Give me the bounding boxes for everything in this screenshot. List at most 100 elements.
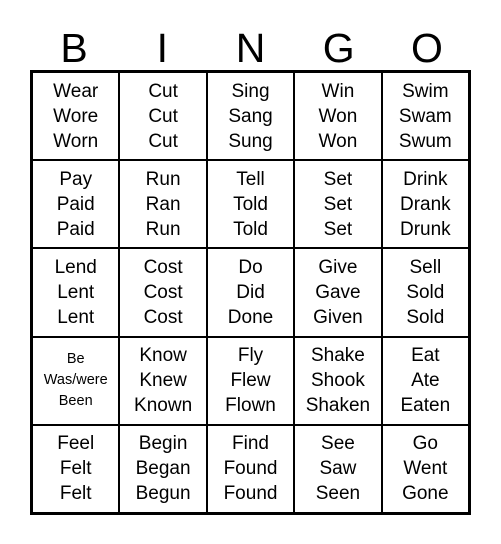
bingo-cell[interactable]: Lend Lent Lent (33, 249, 121, 336)
verb-base: Sing (231, 80, 270, 102)
bingo-cell[interactable]: Find Found Found (208, 425, 296, 513)
verb-base: Cut (148, 80, 178, 102)
verb-past: Cut (148, 105, 178, 127)
verb-past: Sold (406, 282, 445, 303)
verb-past: Gave (315, 282, 361, 303)
verb-base: Eat (411, 345, 440, 367)
verb-past: Ran (145, 193, 181, 215)
bingo-cell[interactable]: Pay Paid Paid (33, 161, 121, 248)
verb-participle: Flown (225, 395, 276, 417)
verb-past: Lent (57, 282, 95, 303)
bingo-cell[interactable]: Begin Began Begun (120, 425, 208, 513)
verb-participle: Paid (56, 218, 95, 240)
verb-participle: Shaken (305, 395, 371, 417)
verb-base: Win (321, 80, 355, 102)
verb-participle: Seen (315, 483, 361, 505)
verb-base: Lend (54, 257, 97, 278)
verb-past: Set (323, 193, 353, 215)
bingo-cell[interactable]: Do Did Done (208, 249, 296, 336)
verb-base: Give (318, 257, 358, 278)
bingo-cell[interactable]: Cost Cost Cost (120, 249, 208, 336)
bingo-row: Feel Felt Felt Begin Began Begun Find Fo… (33, 425, 468, 513)
bingo-row: Wear Wore Worn Cut Cut Cut Sing Sang Sun… (33, 73, 468, 162)
bingo-header-letter-o: O (410, 25, 443, 71)
verb-base: Find (232, 433, 269, 455)
bingo-cell[interactable]: Swim Swam Swum (383, 73, 468, 159)
verb-participle: Cut (148, 130, 178, 152)
verb-participle: Done (227, 307, 274, 328)
verb-participle: Felt (59, 483, 92, 505)
verb-past: Knew (139, 370, 187, 392)
verb-past: Was/were (43, 372, 108, 389)
verb-participle: Lent (57, 307, 95, 328)
verb-participle: Given (313, 307, 363, 328)
verb-past: Paid (56, 193, 95, 215)
bingo-cell[interactable]: Drink Drank Drunk (383, 161, 468, 247)
verb-past: Won (318, 105, 358, 127)
verb-participle: Told (233, 218, 268, 240)
verb-base: Swim (402, 80, 449, 102)
verb-base: Drink (403, 168, 448, 190)
verb-participle: Begun (135, 483, 191, 505)
bingo-cell[interactable]: Win Won Won (295, 73, 383, 160)
bingo-grid: Wear Wore Worn Cut Cut Cut Sing Sang Sun… (30, 70, 471, 515)
bingo-cell[interactable]: Cut Cut Cut (120, 73, 208, 160)
verb-participle: Sold (406, 307, 445, 328)
verb-base: Cost (143, 257, 183, 278)
verb-participle: Known (134, 395, 193, 417)
verb-base: Do (238, 257, 263, 278)
verb-base: Fly (237, 345, 264, 367)
bingo-card: B I N G O Wear Wore Worn Cut Cut Cut Sin… (0, 0, 501, 544)
verb-past: Did (236, 282, 265, 303)
bingo-header-letter-i: I (156, 25, 168, 71)
verb-past: Went (403, 458, 448, 480)
bingo-row: Be Was/were Been Know Knew Known Fly Fle… (33, 337, 468, 426)
bingo-cell[interactable]: Tell Told Told (208, 161, 296, 248)
verb-participle: Sung (228, 130, 273, 152)
verb-past: Began (135, 458, 191, 480)
verb-past: Cost (143, 282, 183, 303)
bingo-cell[interactable]: Give Gave Given (295, 249, 383, 336)
bingo-cell[interactable]: Shake Shook Shaken (295, 337, 383, 424)
verb-participle: Found (223, 483, 278, 505)
bingo-row: Lend Lent Lent Cost Cost Cost Do Did Don… (33, 249, 468, 338)
verb-past: Ate (411, 370, 440, 392)
bingo-cell[interactable]: Run Ran Run (120, 161, 208, 248)
verb-base: Be (66, 351, 85, 368)
bingo-cell[interactable]: Go Went Gone (383, 426, 468, 512)
verb-participle: Swum (398, 130, 452, 152)
bingo-cell[interactable]: Set Set Set (295, 161, 383, 248)
bingo-cell[interactable]: See Saw Seen (295, 425, 383, 513)
verb-past: Found (223, 458, 278, 480)
bingo-cell[interactable]: Fly Flew Flown (208, 337, 296, 424)
bingo-cell[interactable]: Know Knew Known (120, 337, 208, 424)
verb-base: Run (145, 168, 181, 190)
verb-past: Wore (53, 105, 99, 127)
verb-participle: Won (318, 130, 358, 152)
bingo-header-letter-g: G (322, 25, 355, 71)
bingo-cell[interactable]: Wear Wore Worn (33, 73, 121, 160)
verb-past: Drank (399, 193, 451, 215)
bingo-cell[interactable]: Sell Sold Sold (383, 249, 468, 335)
verb-base: Tell (236, 168, 265, 190)
bingo-header-letter-n: N (235, 25, 266, 71)
verb-base: Shake (310, 345, 365, 367)
verb-past: Swam (398, 105, 452, 127)
verb-past: Felt (59, 458, 92, 480)
bingo-cell[interactable]: Be Was/were Been (33, 337, 121, 424)
verb-past: Sang (228, 105, 273, 127)
verb-base: Know (139, 345, 187, 367)
verb-base: Feel (57, 433, 95, 455)
verb-participle: Cost (143, 307, 183, 328)
bingo-row: Pay Paid Paid Run Ran Run Tell Told Told… (33, 161, 468, 250)
verb-participle: Eaten (400, 395, 451, 417)
bingo-cell[interactable]: Eat Ate Eaten (383, 338, 468, 424)
bingo-cell[interactable]: Sing Sang Sung (208, 73, 296, 160)
verb-participle: Set (323, 218, 353, 240)
verb-base: See (321, 433, 355, 455)
bingo-cell[interactable]: Feel Felt Felt (33, 425, 121, 513)
verb-base: Sell (409, 257, 442, 278)
verb-base: Pay (59, 168, 93, 190)
verb-past: Saw (319, 458, 357, 480)
verb-participle: Worn (53, 130, 99, 152)
